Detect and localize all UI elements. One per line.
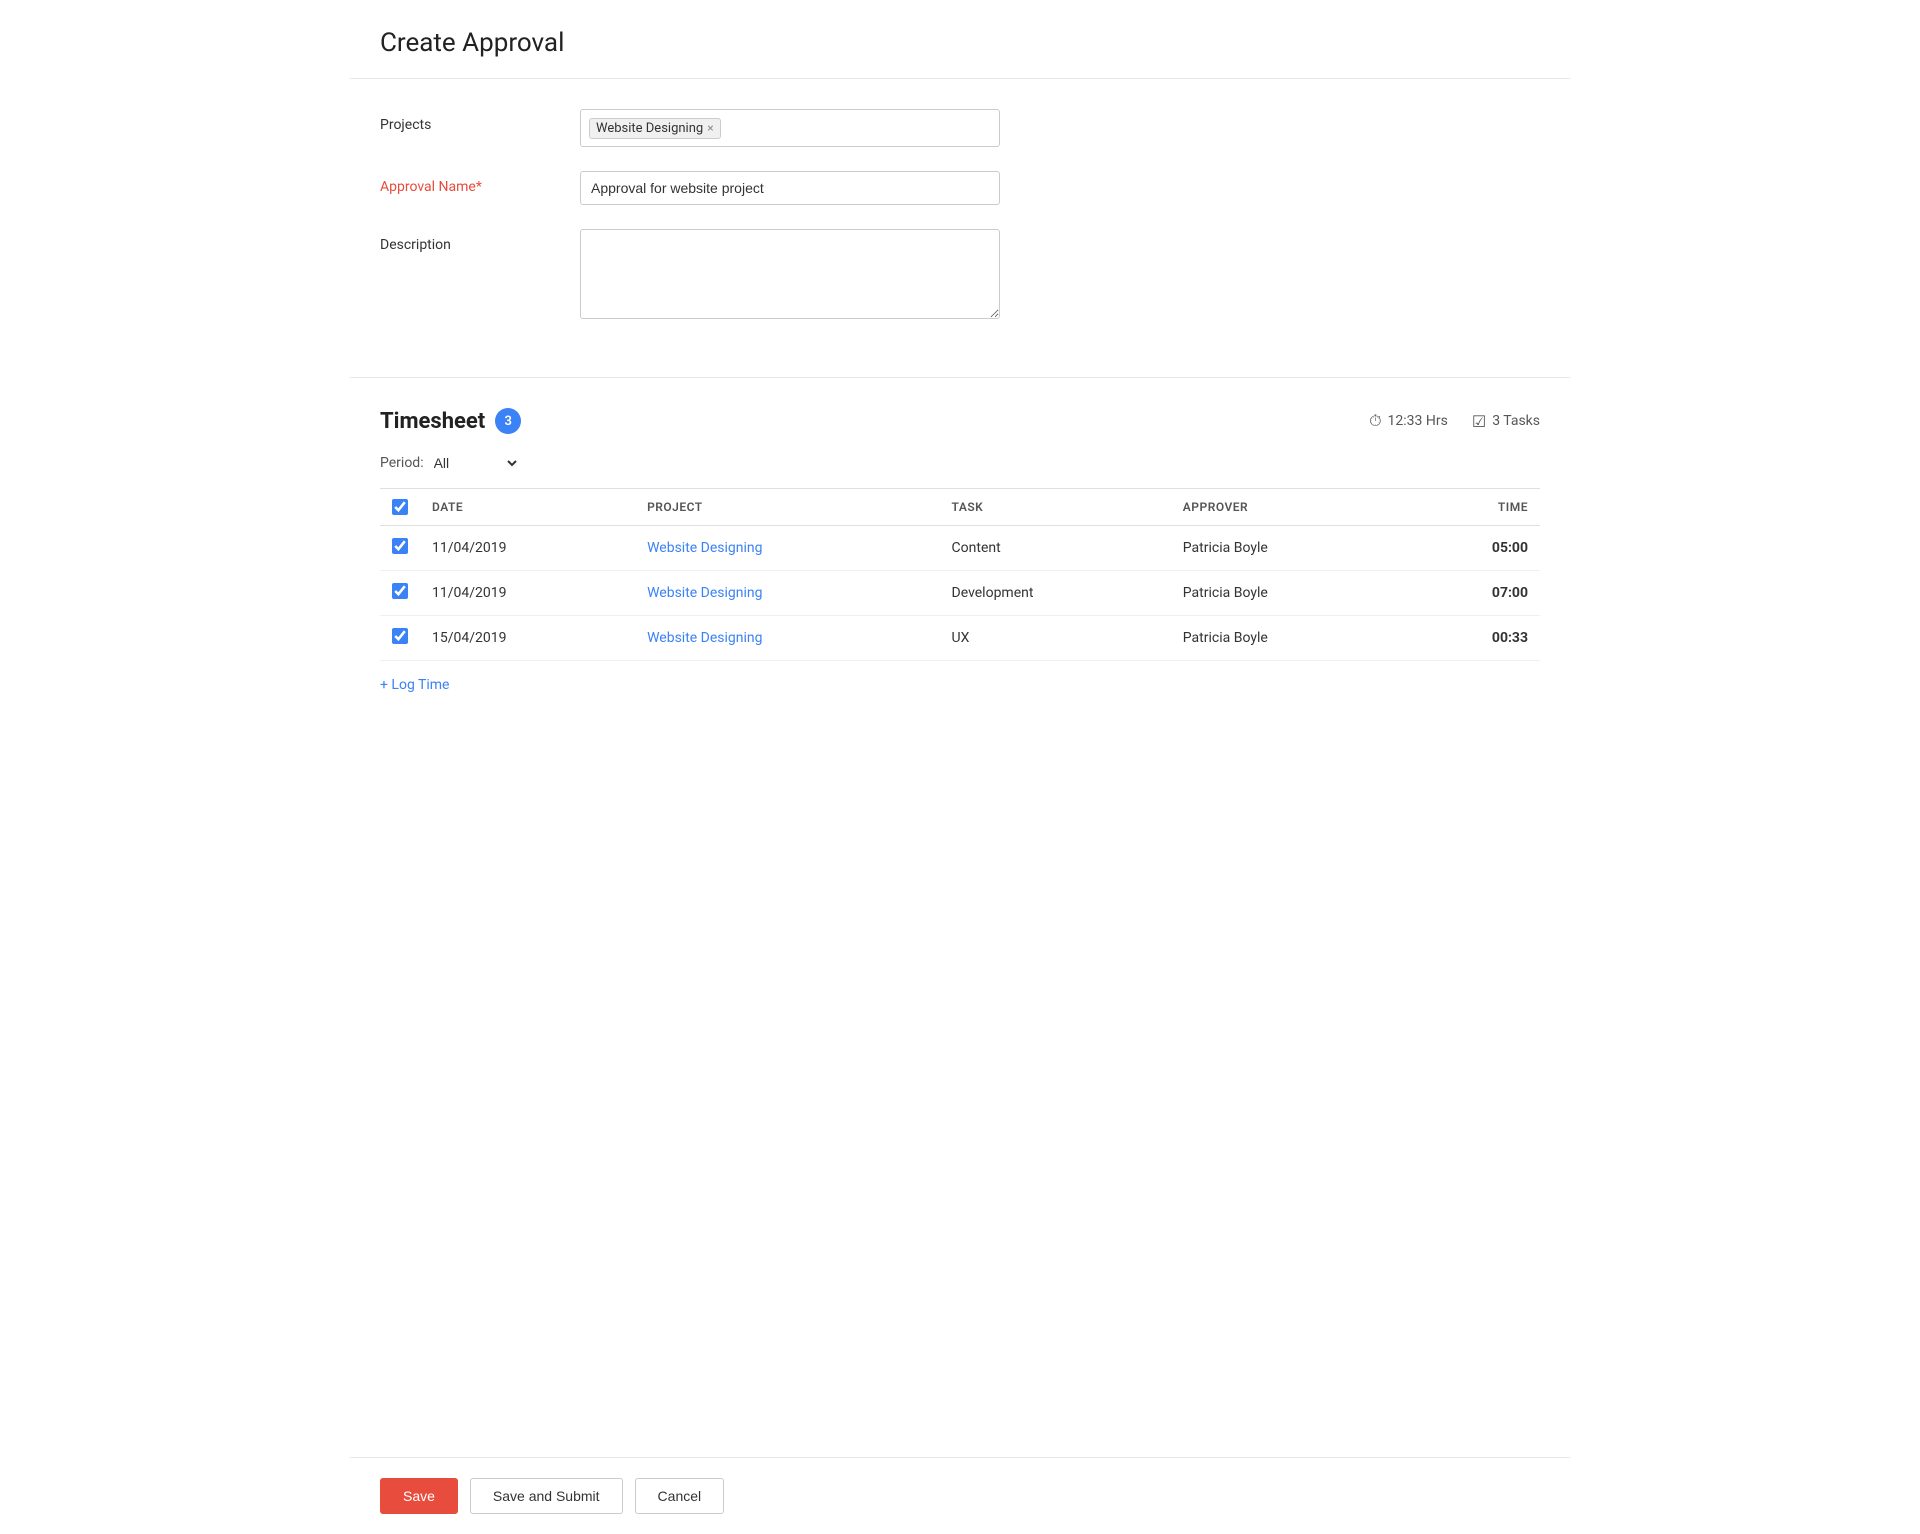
- approval-name-input[interactable]: [580, 171, 1000, 205]
- row-time: 00:33: [1409, 616, 1540, 661]
- cancel-button[interactable]: Cancel: [635, 1478, 725, 1514]
- project-tag-remove[interactable]: ×: [707, 122, 713, 134]
- col-header-approver: APPROVER: [1171, 489, 1409, 526]
- row-checkbox[interactable]: [392, 583, 408, 599]
- approval-name-label: Approval Name*: [380, 171, 580, 195]
- tasks-icon: ☑: [1472, 412, 1486, 431]
- total-tasks-value: 3 Tasks: [1492, 413, 1540, 429]
- row-date: 15/04/2019: [420, 616, 635, 661]
- col-header-checkbox: [380, 489, 420, 526]
- row-project[interactable]: Website Designing: [635, 571, 939, 616]
- timesheet-header: Timesheet 3 ⏱ 12:33 Hrs ☑ 3 Tasks: [380, 408, 1540, 434]
- timesheet-section: Timesheet 3 ⏱ 12:33 Hrs ☑ 3 Tasks Period…: [350, 378, 1570, 707]
- description-field[interactable]: [580, 229, 1000, 323]
- row-time: 07:00: [1409, 571, 1540, 616]
- row-project-link[interactable]: Website Designing: [647, 630, 762, 646]
- col-header-task: TASK: [940, 489, 1171, 526]
- row-date: 11/04/2019: [420, 526, 635, 571]
- col-header-project: PROJECT: [635, 489, 939, 526]
- row-approver: Patricia Boyle: [1171, 571, 1409, 616]
- row-checkbox[interactable]: [392, 538, 408, 554]
- approval-name-row: Approval Name*: [380, 171, 1540, 205]
- table-header-row: DATE PROJECT TASK APPROVER TIME: [380, 489, 1540, 526]
- clock-icon: ⏱: [1369, 411, 1381, 431]
- footer-bar: Save Save and Submit Cancel: [350, 1457, 1570, 1534]
- table-row: 11/04/2019 Website Designing Development…: [380, 571, 1540, 616]
- period-label: Period:: [380, 455, 424, 471]
- col-header-date: DATE: [420, 489, 635, 526]
- description-textarea[interactable]: [580, 229, 1000, 319]
- row-approver: Patricia Boyle: [1171, 526, 1409, 571]
- row-project[interactable]: Website Designing: [635, 616, 939, 661]
- row-checkbox[interactable]: [392, 628, 408, 644]
- save-button[interactable]: Save: [380, 1478, 458, 1514]
- row-project[interactable]: Website Designing: [635, 526, 939, 571]
- log-time-link[interactable]: + Log Time: [380, 673, 449, 697]
- row-checkbox-cell[interactable]: [380, 571, 420, 616]
- row-task: Content: [940, 526, 1171, 571]
- page-title: Create Approval: [380, 28, 1540, 58]
- row-time: 05:00: [1409, 526, 1540, 571]
- row-date: 11/04/2019: [420, 571, 635, 616]
- row-task: UX: [940, 616, 1171, 661]
- timesheet-table: DATE PROJECT TASK APPROVER TIME 11/04/20…: [380, 488, 1540, 661]
- timesheet-meta: ⏱ 12:33 Hrs ☑ 3 Tasks: [1369, 411, 1540, 431]
- projects-row: Projects Website Designing ×: [380, 109, 1540, 147]
- total-tasks-item: ☑ 3 Tasks: [1472, 412, 1540, 431]
- project-tag-label: Website Designing: [596, 121, 703, 136]
- project-tag: Website Designing ×: [589, 118, 721, 139]
- row-approver: Patricia Boyle: [1171, 616, 1409, 661]
- description-label: Description: [380, 229, 580, 253]
- timesheet-title-area: Timesheet 3: [380, 408, 521, 434]
- total-hours-item: ⏱ 12:33 Hrs: [1369, 411, 1448, 431]
- row-project-link[interactable]: Website Designing: [647, 540, 762, 556]
- table-row: 11/04/2019 Website Designing Content Pat…: [380, 526, 1540, 571]
- row-project-link[interactable]: Website Designing: [647, 585, 762, 601]
- timesheet-title: Timesheet: [380, 409, 485, 434]
- row-checkbox-cell[interactable]: [380, 526, 420, 571]
- form-section: Projects Website Designing × Approval Na…: [350, 79, 1570, 378]
- select-all-checkbox[interactable]: [392, 499, 408, 515]
- projects-field[interactable]: Website Designing ×: [580, 109, 1000, 147]
- period-filter: Period: All This Week This Month: [380, 454, 1540, 472]
- row-checkbox-cell[interactable]: [380, 616, 420, 661]
- description-row: Description: [380, 229, 1540, 323]
- save-submit-button[interactable]: Save and Submit: [470, 1478, 623, 1514]
- table-row: 15/04/2019 Website Designing UX Patricia…: [380, 616, 1540, 661]
- projects-label: Projects: [380, 109, 580, 133]
- total-hours-value: 12:33 Hrs: [1388, 413, 1448, 429]
- projects-tag-input[interactable]: Website Designing ×: [580, 109, 1000, 147]
- approval-name-field[interactable]: [580, 171, 1000, 205]
- timesheet-badge: 3: [495, 408, 521, 434]
- col-header-time: TIME: [1409, 489, 1540, 526]
- row-task: Development: [940, 571, 1171, 616]
- period-select[interactable]: All This Week This Month: [430, 454, 520, 472]
